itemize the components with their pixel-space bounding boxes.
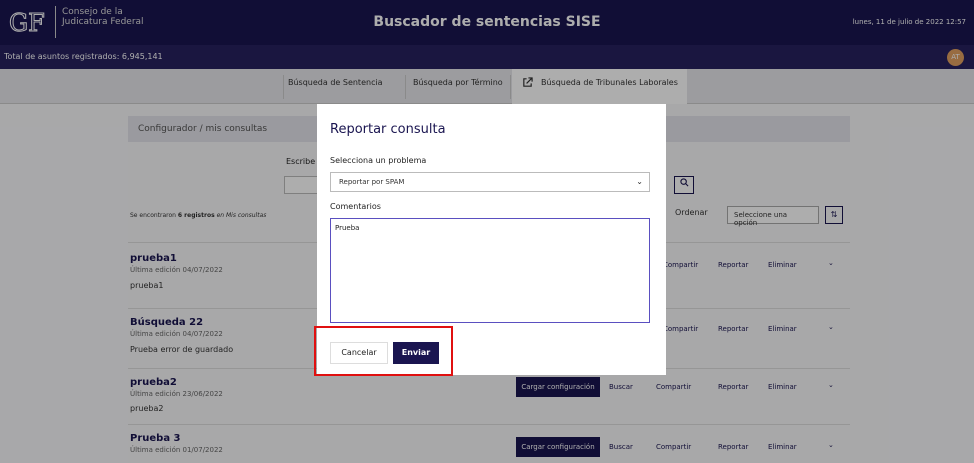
chevron-down-icon: ⌄ bbox=[636, 177, 643, 186]
problem-label: Selecciona un problema bbox=[330, 156, 427, 165]
problem-select[interactable]: Reportar por SPAM ⌄ bbox=[330, 172, 650, 192]
comments-label: Comentarios bbox=[330, 202, 381, 211]
comments-textarea[interactable]: Prueba bbox=[330, 218, 650, 323]
problem-select-value: Reportar por SPAM bbox=[339, 178, 405, 186]
highlight-box bbox=[314, 326, 453, 376]
modal-title: Reportar consulta bbox=[330, 122, 446, 137]
